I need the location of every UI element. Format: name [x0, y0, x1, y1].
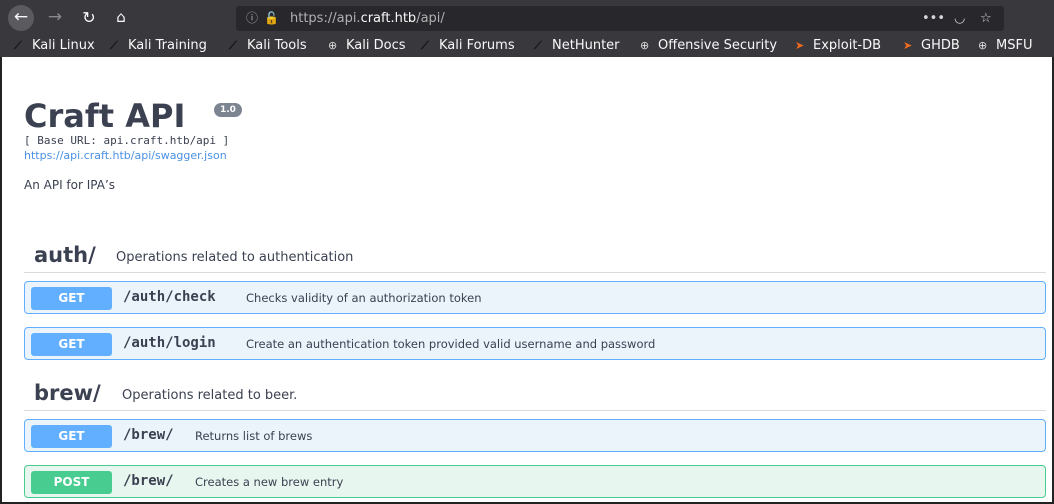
operation-path: /brew/: [123, 473, 174, 489]
operation-summary: Returns list of brews: [195, 429, 313, 443]
url-text[interactable]: https://api.craft.htb/api/: [290, 6, 445, 31]
base-url: [ Base URL: api.craft.htb/api ]: [24, 134, 230, 147]
tag-name: brew/: [34, 381, 101, 405]
operation-get-auth-login[interactable]: GET /auth/login Create an authentication…: [24, 327, 1046, 360]
insecure-lock-icon[interactable]: 🔓: [264, 6, 279, 31]
tag-description: Operations related to beer.: [122, 388, 298, 403]
kali-dragon-icon: ⟋: [14, 39, 22, 52]
bookmark-label: Kali Training: [128, 38, 207, 53]
globe-icon: ⊕: [640, 39, 650, 52]
bookmark-kali-docs[interactable]: ⊕ Kali Docs: [328, 34, 406, 57]
tag-auth[interactable]: auth/ Operations related to authenticati…: [24, 241, 1046, 273]
kali-dragon-icon: ⟋: [229, 39, 237, 52]
back-button[interactable]: ←: [8, 5, 34, 31]
bookmark-label: GHDB: [921, 38, 960, 53]
operation-path: /brew/: [123, 427, 174, 443]
operation-post-brew[interactable]: POST /brew/ Creates a new brew entry: [24, 465, 1046, 498]
operation-path: /auth/login: [123, 335, 216, 351]
pocket-icon[interactable]: ◡: [954, 6, 965, 31]
method-badge: GET: [31, 287, 112, 310]
kali-dragon-icon: ⟋: [534, 39, 542, 52]
bookmark-kali-forums[interactable]: ⟋ Kali Forums: [421, 34, 515, 57]
bookmark-label: Kali Tools: [247, 38, 307, 53]
globe-icon: ⊕: [978, 39, 988, 52]
bookmark-label: Kali Docs: [346, 38, 406, 53]
tag-description: Operations related to authentication: [116, 250, 354, 265]
operation-summary: Create an authentication token provided …: [246, 337, 656, 351]
version-badge: 1.0: [214, 103, 242, 117]
bookmark-label: NetHunter: [552, 38, 620, 53]
operation-path: /auth/check: [123, 289, 216, 305]
bookmark-label: Kali Forums: [439, 38, 515, 53]
operation-summary: Checks validity of an authorization toke…: [246, 291, 482, 305]
browser-toolbar: ← → ↻ ⌂ ⓘ 🔓 https://api.craft.htb/api/ •…: [0, 0, 1054, 34]
forward-button[interactable]: →: [42, 5, 68, 31]
kali-dragon-icon: ⟋: [110, 39, 118, 52]
bookmark-kali-linux[interactable]: ⟋ Kali Linux: [14, 34, 95, 57]
api-title: Craft API: [24, 97, 186, 135]
bookmark-msfu[interactable]: ⊕ MSFU: [978, 34, 1032, 57]
bookmark-star-icon[interactable]: ☆: [980, 6, 992, 31]
kali-dragon-icon: ⟋: [421, 39, 429, 52]
operation-get-brew[interactable]: GET /brew/ Returns list of brews: [24, 419, 1046, 452]
bookmark-label: Offensive Security: [658, 38, 778, 53]
exploitdb-icon: ➤: [903, 39, 913, 52]
home-button[interactable]: ⌂: [108, 5, 134, 31]
globe-icon: ⊕: [328, 39, 338, 52]
method-badge: GET: [31, 425, 112, 448]
bookmark-nethunter[interactable]: ⟋ NetHunter: [534, 34, 620, 57]
bookmark-kali-training[interactable]: ⟋ Kali Training: [110, 34, 207, 57]
tag-brew[interactable]: brew/ Operations related to beer.: [24, 379, 1046, 411]
bookmark-label: Exploit-DB: [813, 38, 882, 53]
bookmark-label: Kali Linux: [32, 38, 95, 53]
info-icon[interactable]: ⓘ: [246, 6, 258, 31]
exploitdb-icon: ➤: [795, 39, 805, 52]
api-description: An API for IPA’s: [24, 178, 116, 192]
address-bar[interactable]: ⓘ 🔓 https://api.craft.htb/api/ ••• ◡ ☆: [236, 6, 1004, 31]
operation-summary: Creates a new brew entry: [195, 475, 344, 489]
method-badge: GET: [31, 333, 112, 356]
reload-button[interactable]: ↻: [76, 5, 102, 31]
operation-get-auth-check[interactable]: GET /auth/check Checks validity of an au…: [24, 281, 1046, 314]
bookmark-exploit-db[interactable]: ➤ Exploit-DB: [795, 34, 881, 57]
bookmark-ghdb[interactable]: ➤ GHDB: [903, 34, 960, 57]
swagger-json-link[interactable]: https://api.craft.htb/api/swagger.json: [24, 149, 227, 162]
bookmarks-toolbar: ⟋ Kali Linux ⟋ Kali Training ⟋ Kali Tools ⊕ Kal…: [0, 34, 1054, 57]
method-badge: POST: [31, 471, 112, 494]
tag-name: auth/: [34, 243, 96, 267]
bookmark-kali-tools[interactable]: ⟋ Kali Tools: [229, 34, 307, 57]
more-actions-icon[interactable]: •••: [922, 6, 945, 31]
bookmark-offensive-security[interactable]: ⊕ Offensive Security: [640, 34, 777, 57]
swagger-page: Craft API 1.0 [ Base URL: api.craft.htb/…: [0, 57, 1054, 504]
bookmark-label: MSFU: [996, 38, 1033, 53]
